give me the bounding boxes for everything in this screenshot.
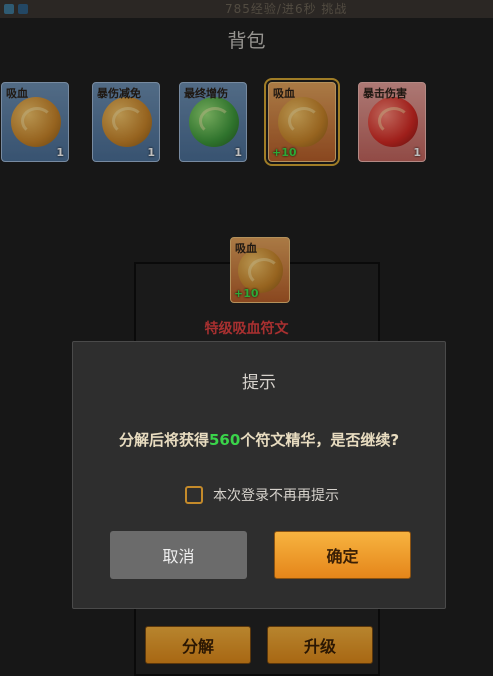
cancel-button[interactable]: 取消 xyxy=(110,531,247,579)
dialog-title: 提示 xyxy=(242,373,276,393)
dont-remind-label[interactable]: 本次登录不再再提示 xyxy=(213,485,339,505)
dialog-message-suffix: 个符文精华，是否继续? xyxy=(240,431,400,449)
essence-amount: 560 xyxy=(209,431,241,449)
confirm-button[interactable]: 确定 xyxy=(274,531,411,579)
dialog-message: 分解后将获得560个符文精华，是否继续? xyxy=(73,429,445,450)
confirm-dialog: 提示 分解后将获得560个符文精华，是否继续? 本次登录不再再提示 取消 确定 xyxy=(72,341,446,609)
dialog-message-prefix: 分解后将获得 xyxy=(118,431,209,449)
dont-remind-checkbox[interactable] xyxy=(185,486,203,504)
